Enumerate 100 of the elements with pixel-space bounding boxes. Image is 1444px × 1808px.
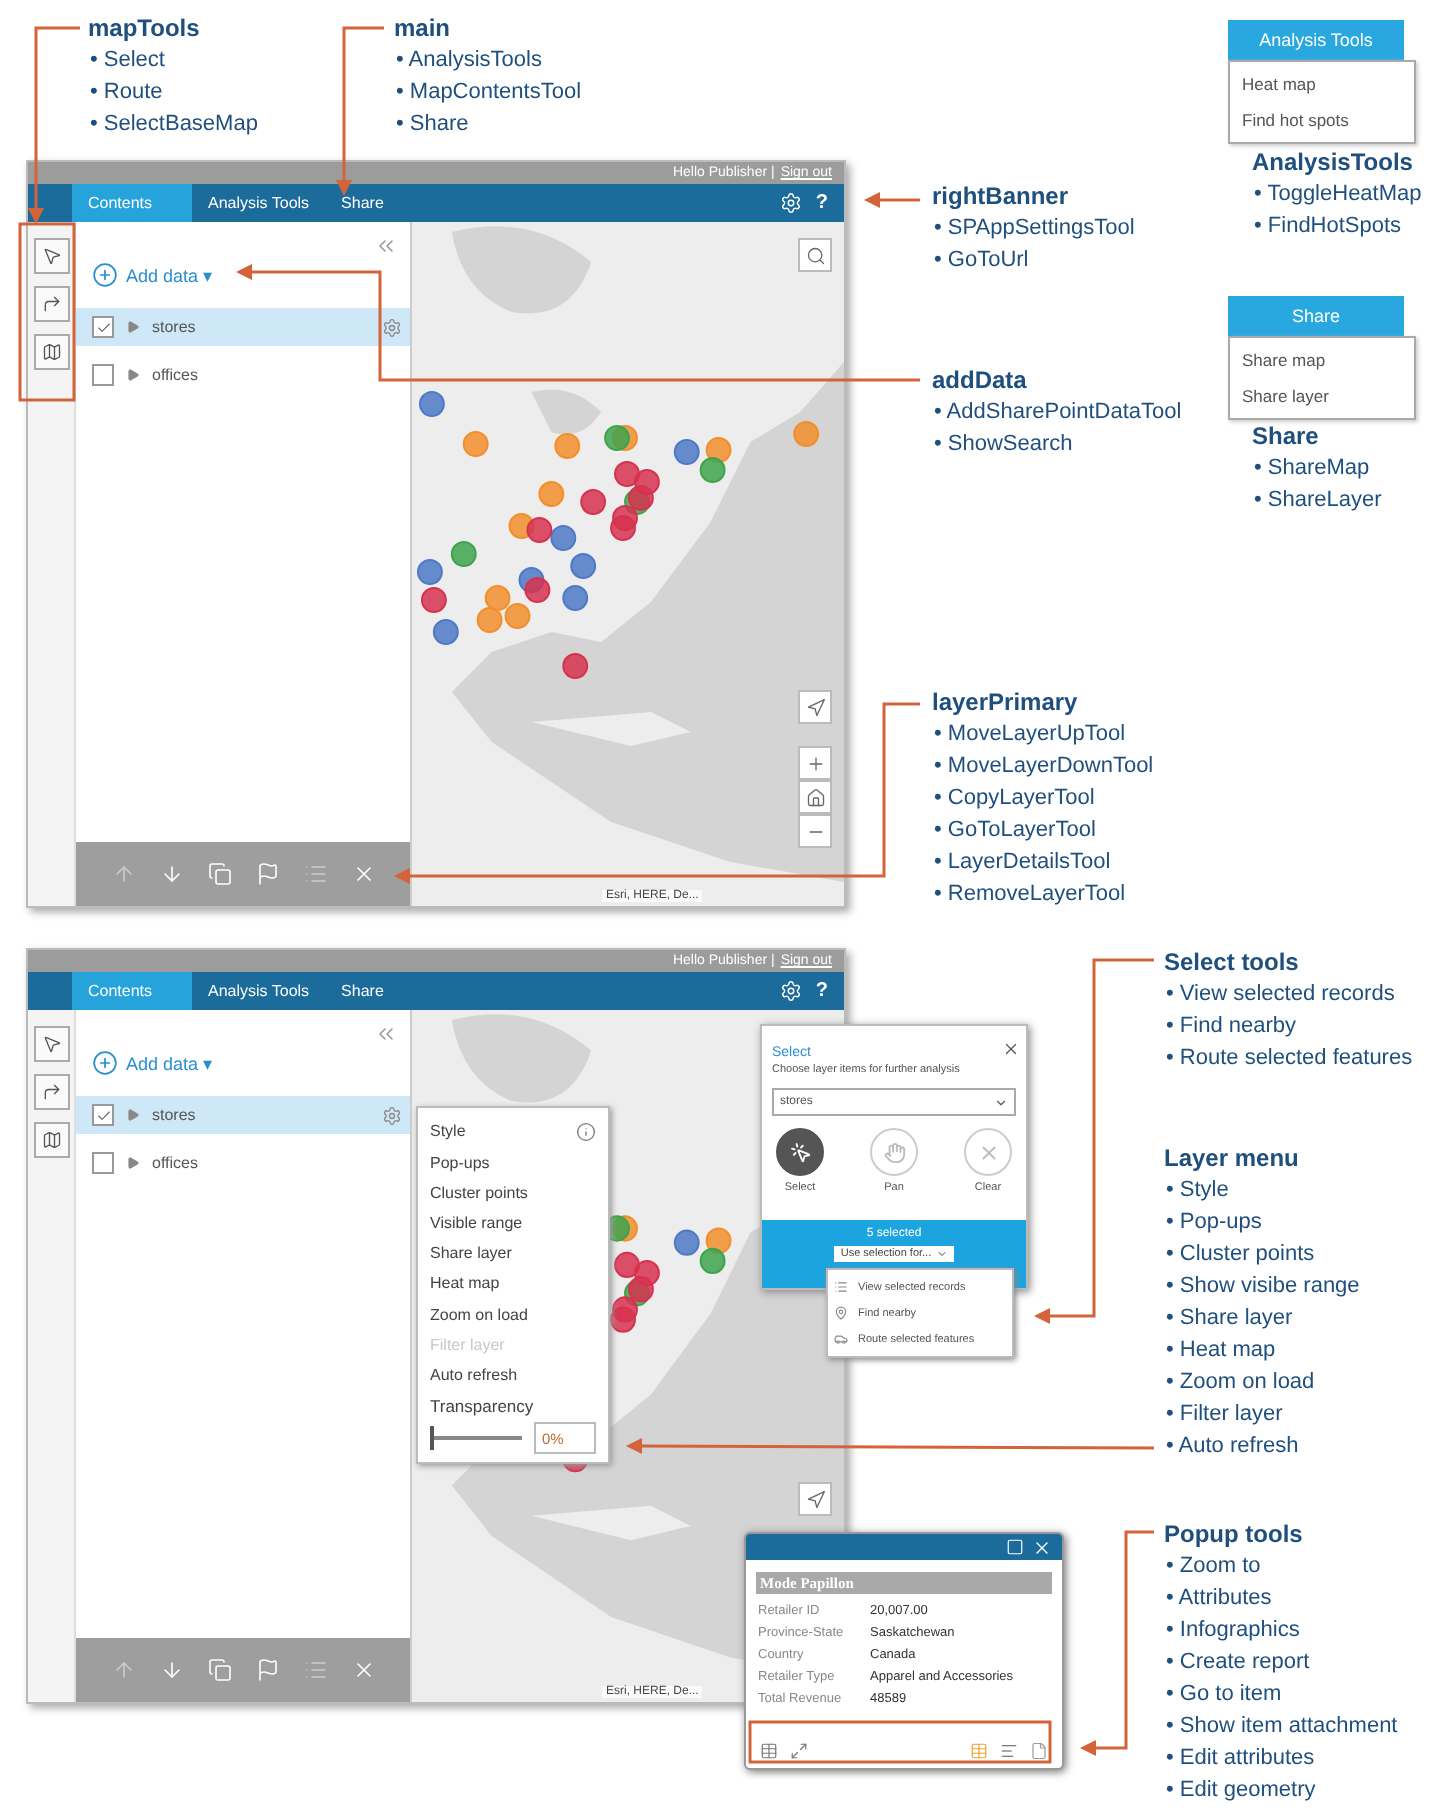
route-tool-button[interactable]	[33, 286, 69, 322]
callout-item: • CopyLayerTool	[932, 784, 1097, 814]
tool-button[interactable]	[776, 1128, 824, 1176]
basemap-tool-button[interactable]	[33, 1122, 69, 1158]
callout-item: • AddSharePointDataTool	[932, 398, 1182, 428]
caret-icon	[935, 1248, 948, 1260]
layer-checkbox[interactable]	[92, 364, 114, 386]
callout-item: • Infographics	[1164, 1616, 1302, 1646]
callout-item: • View selected records	[1164, 980, 1397, 1010]
layer-row[interactable]: offices	[76, 1144, 410, 1182]
gear-icon[interactable]	[382, 317, 402, 337]
tab[interactable]: Share	[325, 184, 400, 222]
home-button[interactable]	[798, 780, 832, 814]
layer-row[interactable]: stores	[76, 308, 410, 346]
list-icon[interactable]	[1000, 1741, 1018, 1759]
collapse-icon[interactable]	[374, 1022, 398, 1046]
menu-item[interactable]: Heat map	[430, 1268, 596, 1299]
layer-checkbox[interactable]	[92, 316, 114, 338]
arrow-down-icon[interactable]	[159, 1658, 183, 1682]
layer-checkbox[interactable]	[92, 1104, 114, 1126]
callout-item: • Style	[1164, 1176, 1231, 1206]
maximize-icon[interactable]	[1006, 1538, 1024, 1556]
help-icon[interactable]: ?	[815, 980, 828, 1002]
layer-row[interactable]: stores	[76, 1096, 410, 1134]
menu-item[interactable]: Cluster points	[430, 1177, 596, 1208]
caret-icon[interactable]	[126, 368, 140, 382]
arrow-down-icon[interactable]	[159, 862, 183, 886]
select-tool-button[interactable]	[33, 238, 69, 274]
callout-title: addData	[932, 364, 1029, 396]
route-tool-button[interactable]	[33, 1074, 69, 1110]
table-icon[interactable]	[970, 1741, 988, 1759]
add-data-link[interactable]: Add data ▾	[126, 1053, 214, 1073]
caret-icon[interactable]	[126, 1156, 140, 1170]
callout-item: • LayerDetailsTool	[932, 848, 1113, 878]
menu-item[interactable]: Heat map	[1230, 66, 1414, 102]
zoom-in-button[interactable]	[798, 746, 832, 780]
add-icon[interactable]	[92, 1050, 118, 1076]
flag-icon[interactable]	[255, 1658, 279, 1682]
callout-item: • Select	[88, 46, 167, 76]
zoom-out-button[interactable]	[798, 814, 832, 848]
menu-item[interactable]: Style	[430, 1116, 466, 1147]
caret-icon[interactable]	[994, 1095, 1008, 1109]
arrow-up-icon[interactable]	[111, 1658, 135, 1682]
menu-item[interactable]: Share layer	[1230, 378, 1414, 414]
select-tool-button[interactable]	[33, 1026, 69, 1062]
layer-checkbox[interactable]	[92, 1152, 114, 1174]
route-icon	[41, 294, 61, 314]
settings-icon[interactable]	[779, 980, 802, 1002]
tab[interactable]: Share	[325, 972, 400, 1010]
callout-item: • Edit attributes	[1164, 1744, 1317, 1774]
caret-icon[interactable]	[126, 1108, 140, 1122]
callout-item: • Edit geometry	[1164, 1776, 1318, 1806]
callout-item: • Zoom on load	[1164, 1368, 1317, 1398]
menu-item[interactable]: Find hot spots	[1230, 102, 1414, 138]
layer-name: stores	[152, 1106, 198, 1124]
add-icon[interactable]	[92, 262, 118, 288]
navigation-icon	[805, 697, 825, 717]
document-icon[interactable]	[1030, 1741, 1048, 1759]
caret-icon[interactable]	[126, 320, 140, 334]
map-icon	[41, 1130, 61, 1150]
flag-icon[interactable]	[255, 862, 279, 886]
menu-item[interactable]: Share layer	[430, 1238, 596, 1269]
callout-item: • SPAppSettingsTool	[932, 214, 1135, 244]
settings-icon[interactable]	[779, 192, 802, 214]
menu-item[interactable]: Visible range	[430, 1207, 596, 1239]
callout-item: • Show visibe range	[1164, 1272, 1360, 1302]
callout-item: • MapContentsTool	[394, 78, 582, 108]
table-icon[interactable]	[760, 1741, 778, 1759]
copy-icon[interactable]	[207, 1658, 231, 1682]
callout-item: • Show item attachment	[1164, 1712, 1398, 1742]
copy-icon[interactable]	[207, 862, 231, 886]
menu-item[interactable]: Auto refresh	[430, 1359, 596, 1390]
callout-item: • AnalysisTools	[394, 46, 544, 76]
callout-title: mapTools	[88, 12, 202, 44]
tab[interactable]: Analysis Tools	[192, 972, 326, 1010]
callout-item: • Attributes	[1164, 1584, 1274, 1614]
gear-icon[interactable]	[382, 1105, 402, 1125]
callout-title: Select tools	[1164, 946, 1301, 978]
locate-button[interactable]	[798, 1482, 832, 1516]
arrow-up-icon[interactable]	[111, 862, 135, 886]
close-icon[interactable]	[1032, 1537, 1052, 1557]
callout-item: • Route	[88, 78, 165, 108]
layer-row[interactable]: offices	[76, 356, 410, 394]
menu-item[interactable]: Share map	[1230, 342, 1414, 378]
menu-item[interactable]: Pop-ups	[430, 1147, 596, 1178]
callout-item: • ToggleHeatMap	[1252, 180, 1422, 210]
help-icon[interactable]: ?	[815, 192, 828, 214]
search-button[interactable]	[798, 238, 832, 272]
menu-item[interactable]: Zoom on load	[430, 1298, 596, 1330]
callout-item: • Find nearby	[1164, 1012, 1298, 1042]
close-icon[interactable]	[1002, 1040, 1020, 1058]
basemap-tool-button[interactable]	[33, 334, 69, 370]
collapse-icon[interactable]	[374, 234, 398, 258]
zoom-to-icon[interactable]	[790, 1741, 808, 1759]
callout-item: • Share layer	[1164, 1304, 1295, 1334]
add-data-link[interactable]: Add data ▾	[126, 265, 214, 285]
transparency-label: Transparency	[430, 1396, 536, 1416]
check-icon	[95, 1107, 111, 1123]
tab[interactable]: Analysis Tools	[192, 184, 326, 222]
locate-button[interactable]	[798, 690, 832, 724]
